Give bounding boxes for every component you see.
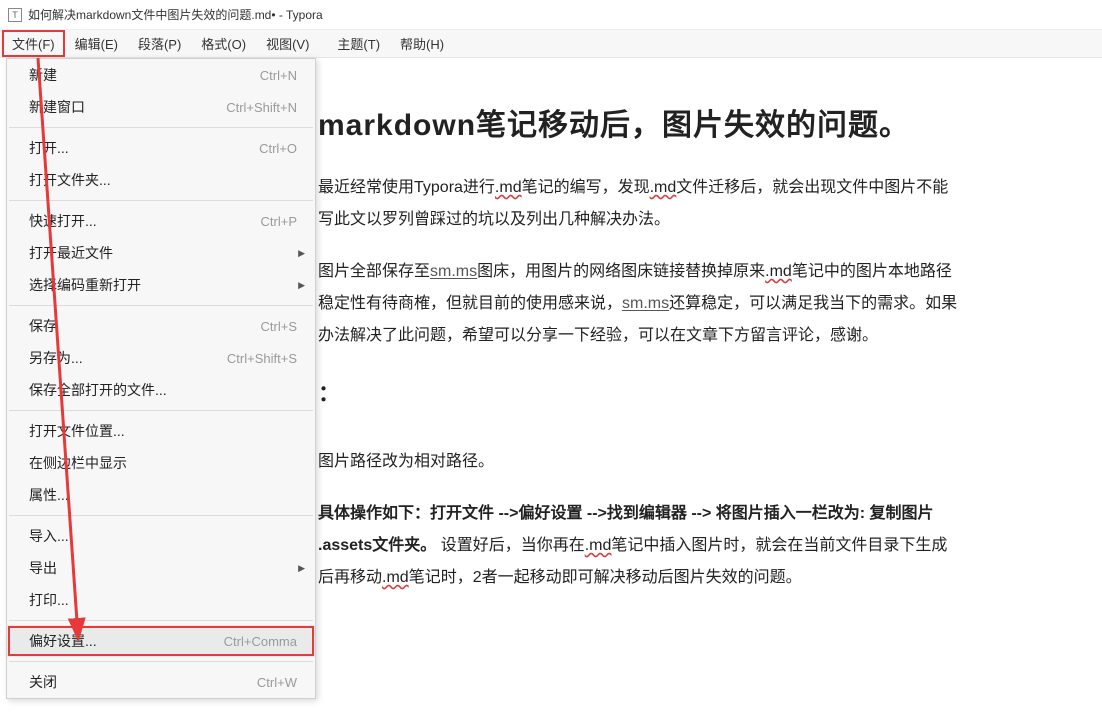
- menu-item-label: 打开文件夹...: [29, 170, 111, 190]
- menu-item-shortcut: Ctrl+Comma: [224, 634, 297, 649]
- menu-item[interactable]: 偏好设置... Ctrl+Comma: [7, 625, 315, 657]
- menu-theme[interactable]: 主题(T): [327, 30, 390, 57]
- menu-item-shortcut: Ctrl+P: [261, 214, 297, 229]
- menu-item[interactable]: 新建 Ctrl+N: [7, 59, 315, 91]
- menu-item-label: 导出: [29, 558, 57, 578]
- menu-item[interactable]: 关闭 Ctrl+W: [7, 666, 315, 698]
- menu-item[interactable]: 打开文件位置...: [7, 415, 315, 447]
- menu-item[interactable]: 打开最近文件 ▶: [7, 237, 315, 269]
- title-bar: T 如何解决markdown文件中图片失效的问题.md• - Typora: [0, 0, 1102, 30]
- menu-item-label: 打开...: [29, 138, 69, 158]
- editor-content[interactable]: markdown笔记移动后，图片失效的问题。 最近经常使用Typora进行.md…: [318, 100, 1102, 614]
- document-heading: markdown笔记移动后，图片失效的问题。: [318, 100, 1094, 144]
- paragraph: ：: [318, 372, 1094, 416]
- submenu-arrow-icon: ▶: [298, 248, 305, 259]
- menu-separator: [9, 515, 313, 516]
- menu-item[interactable]: 保存 Ctrl+S: [7, 310, 315, 342]
- app-icon: T: [8, 8, 22, 22]
- menu-item-label: 在侧边栏中显示: [29, 453, 127, 473]
- menu-help[interactable]: 帮助(H): [390, 30, 454, 57]
- menu-separator: [9, 620, 313, 621]
- menu-item[interactable]: 属性...: [7, 479, 315, 511]
- menu-item-label: 保存全部打开的文件...: [29, 380, 167, 400]
- menu-item-label: 另存为...: [29, 348, 83, 368]
- menu-item[interactable]: 另存为... Ctrl+Shift+S: [7, 342, 315, 374]
- menu-view[interactable]: 视图(V): [256, 30, 319, 57]
- menu-format[interactable]: 格式(O): [191, 30, 256, 57]
- menu-item-shortcut: Ctrl+W: [257, 675, 297, 690]
- menu-item[interactable]: 导出 ▶: [7, 552, 315, 584]
- menu-separator: [9, 661, 313, 662]
- menu-item-shortcut: Ctrl+N: [260, 68, 297, 83]
- menu-item-label: 新建: [29, 65, 57, 85]
- menu-item-label: 关闭: [29, 672, 57, 692]
- menu-item-label: 选择编码重新打开: [29, 275, 141, 295]
- menu-bar: 文件(F) 编辑(E) 段落(P) 格式(O) 视图(V) 主题(T) 帮助(H…: [0, 30, 1102, 58]
- menu-item-shortcut: Ctrl+Shift+S: [227, 351, 297, 366]
- menu-item-label: 保存: [29, 316, 57, 336]
- file-menu-dropdown: 新建 Ctrl+N 新建窗口 Ctrl+Shift+N 打开... Ctrl+O 打开文件夹…: [6, 58, 316, 699]
- menu-item-shortcut: Ctrl+S: [261, 319, 297, 334]
- menu-item-label: 新建窗口: [29, 97, 85, 117]
- menu-separator: [9, 127, 313, 128]
- window-title: 如何解决markdown文件中图片失效的问题.md• - Typora: [28, 6, 323, 23]
- menu-separator: [9, 410, 313, 411]
- menu-item[interactable]: 导入...: [7, 520, 315, 552]
- menu-separator: [9, 305, 313, 306]
- menu-item-label: 打印...: [29, 590, 69, 610]
- menu-item[interactable]: 选择编码重新打开 ▶: [7, 269, 315, 301]
- menu-item[interactable]: 保存全部打开的文件...: [7, 374, 315, 406]
- menu-item[interactable]: 打开... Ctrl+O: [7, 132, 315, 164]
- menu-file[interactable]: 文件(F): [2, 30, 65, 57]
- menu-item-label: 打开文件位置...: [29, 421, 125, 441]
- menu-item-shortcut: Ctrl+O: [259, 141, 297, 156]
- menu-item[interactable]: 新建窗口 Ctrl+Shift+N: [7, 91, 315, 123]
- menu-item-shortcut: Ctrl+Shift+N: [226, 100, 297, 115]
- paragraph: 图片全部保存至sm.ms图床，用图片的网络图床链接替换掉原来.md笔记中的图片本…: [318, 256, 1094, 352]
- menu-item[interactable]: 打印...: [7, 584, 315, 616]
- menu-paragraph[interactable]: 段落(P): [128, 30, 191, 57]
- menu-item-label: 打开最近文件: [29, 243, 113, 263]
- menu-item[interactable]: 在侧边栏中显示: [7, 447, 315, 479]
- menu-item-label: 属性...: [29, 485, 69, 505]
- menu-item[interactable]: 打开文件夹...: [7, 164, 315, 196]
- menu-item-label: 偏好设置...: [29, 631, 97, 651]
- menu-item-label: 快速打开...: [29, 211, 97, 231]
- paragraph: 图片路径改为相对路径。: [318, 446, 1094, 478]
- submenu-arrow-icon: ▶: [298, 280, 305, 291]
- menu-item[interactable]: 快速打开... Ctrl+P: [7, 205, 315, 237]
- menu-separator: [9, 200, 313, 201]
- paragraph: 具体操作如下：打开文件 -->偏好设置 -->找到编辑器 --> 将图片插入一栏…: [318, 498, 1094, 594]
- menu-edit[interactable]: 编辑(E): [65, 30, 128, 57]
- submenu-arrow-icon: ▶: [298, 563, 305, 574]
- menu-item-label: 导入...: [29, 526, 69, 546]
- paragraph: 最近经常使用Typora进行.md笔记的编写，发现.md文件迁移后，就会出现文件…: [318, 172, 1094, 236]
